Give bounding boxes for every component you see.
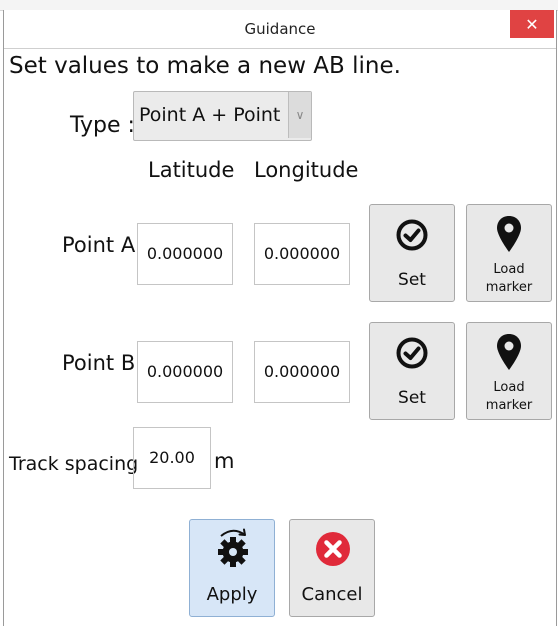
point-a-label: Point A — [62, 233, 136, 257]
track-spacing-label: Track spacing — [9, 453, 139, 475]
point-b-latitude-input[interactable]: 0.000000 — [137, 341, 233, 403]
type-select-value: Point A + Point B — [139, 104, 300, 126]
type-select[interactable]: Point A + Point B ∨ — [133, 91, 312, 141]
point-a-load-label-2: marker — [485, 280, 533, 295]
longitude-header: Longitude — [254, 158, 359, 182]
point-a-load-marker-button[interactable]: Load marker — [466, 204, 552, 302]
check-circle-icon — [396, 337, 428, 369]
apply-label: Apply — [206, 584, 258, 605]
point-a-set-label: Set — [398, 270, 426, 290]
title-bar: Guidance ✕ — [4, 10, 556, 49]
track-spacing-input[interactable]: 20.00 — [133, 427, 211, 489]
check-circle-icon — [396, 219, 428, 251]
point-a-set-button[interactable]: Set — [369, 204, 455, 302]
cancel-label: Cancel — [301, 584, 363, 605]
apply-gear-icon — [218, 528, 248, 567]
close-button[interactable]: ✕ — [510, 10, 554, 38]
type-label: Type : — [70, 113, 135, 138]
map-pin-icon — [497, 216, 521, 252]
point-b-longitude-input[interactable]: 0.000000 — [254, 341, 350, 403]
point-b-load-marker-button[interactable]: Load marker — [466, 322, 552, 420]
cancel-x-circle-icon — [316, 532, 350, 566]
map-pin-icon — [497, 334, 521, 370]
chevron-down-icon[interactable]: ∨ — [288, 92, 311, 138]
point-b-load-label-1: Load — [493, 380, 525, 395]
latitude-header: Latitude — [148, 158, 235, 182]
point-b-load-label-2: marker — [485, 398, 533, 413]
point-a-latitude-input[interactable]: 0.000000 — [137, 223, 233, 285]
apply-button[interactable]: Apply — [189, 519, 275, 617]
point-b-label: Point B — [62, 351, 136, 375]
point-a-load-label-1: Load — [493, 262, 525, 277]
point-b-set-button[interactable]: Set — [369, 322, 455, 420]
point-a-longitude-input[interactable]: 0.000000 — [254, 223, 350, 285]
track-spacing-unit: m — [214, 449, 235, 473]
instruction-heading: Set values to make a new AB line. — [9, 53, 401, 79]
window-title: Guidance — [244, 20, 316, 38]
cancel-button[interactable]: Cancel — [289, 519, 375, 617]
point-b-set-label: Set — [398, 388, 426, 408]
